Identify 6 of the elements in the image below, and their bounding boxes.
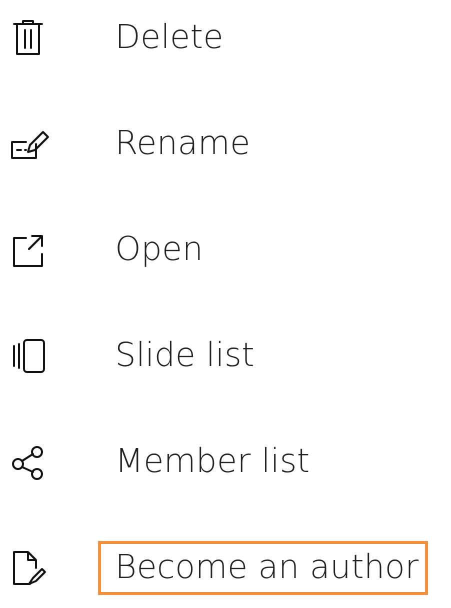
menu-item[interactable]: Open bbox=[98, 222, 212, 278]
menu-item[interactable]: Slide list bbox=[98, 328, 264, 384]
menu-item[interactable]: Delete bbox=[98, 10, 232, 66]
menu-item[interactable]: Rename bbox=[98, 116, 260, 172]
menu-item[interactable]: Member list bbox=[98, 434, 319, 490]
menu-item[interactable]: Become an author bbox=[98, 540, 428, 596]
